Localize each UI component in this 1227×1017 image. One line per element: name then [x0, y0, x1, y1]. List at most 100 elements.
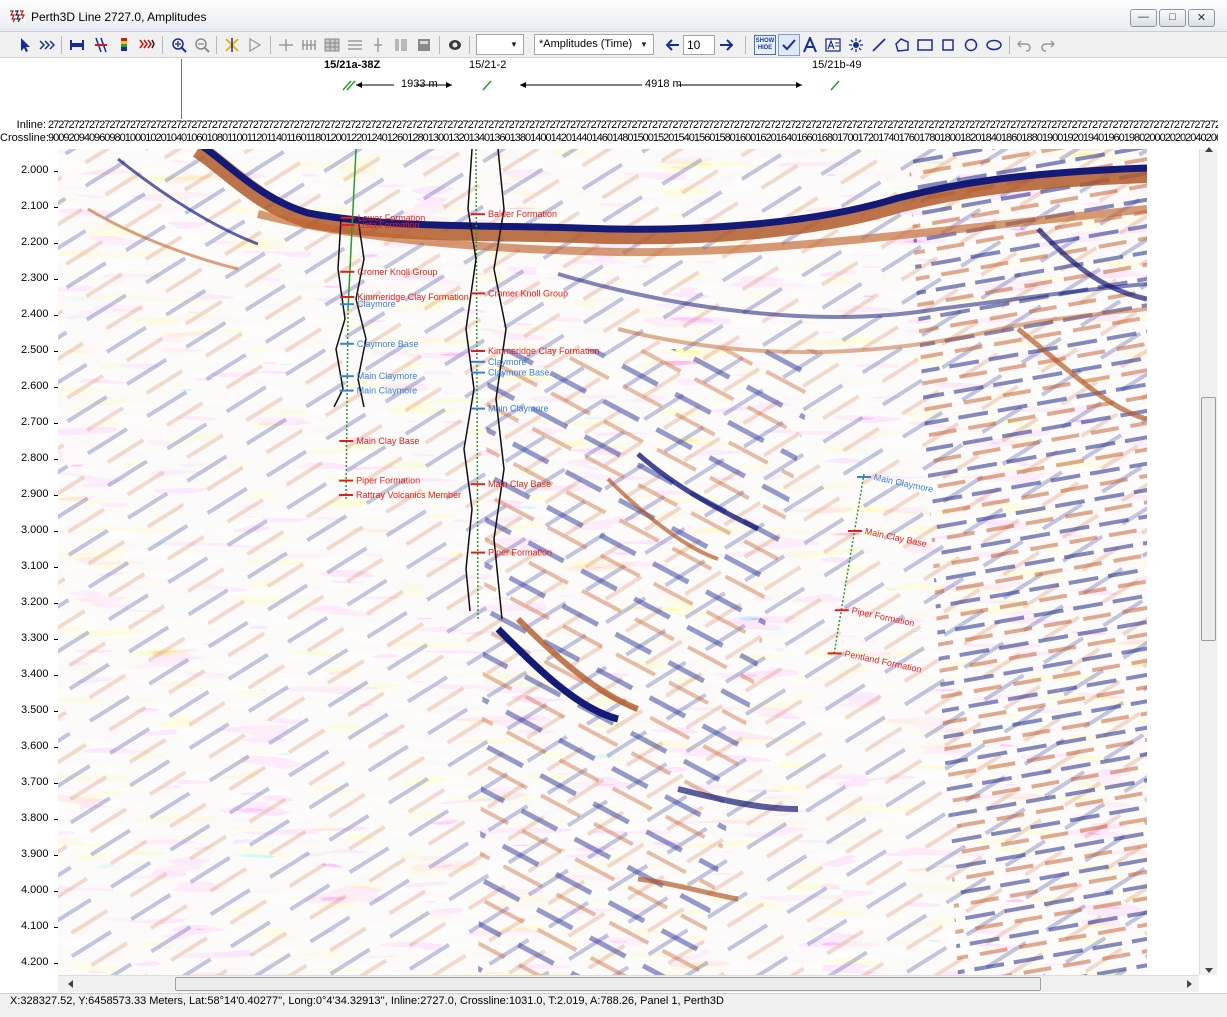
chevron-down-icon: ▼ — [640, 40, 648, 49]
text-icon — [803, 37, 817, 53]
status-text: X:328327.52, Y:6458573.33 Meters, Lat:58… — [10, 995, 724, 1007]
zoom-out-tool[interactable] — [192, 35, 212, 55]
well-top-label: Claymore Base — [357, 339, 419, 349]
table-tool[interactable] — [322, 35, 342, 55]
well-top-label: Rattray Volcanics Member — [356, 490, 461, 500]
circle-tool[interactable] — [961, 35, 981, 55]
horizon-pick-icon — [39, 40, 55, 50]
polygon-icon — [895, 38, 909, 52]
time-tick-label: 4.200 — [21, 956, 49, 968]
well-top-label: Piper Formation — [488, 548, 552, 558]
next-line-button[interactable] — [716, 35, 736, 55]
well-top-label: Main Claymore — [357, 371, 418, 381]
rectangle-tool[interactable] — [915, 35, 935, 55]
title-bar: Perth3D Line 2727.0, Amplitudes — □ ✕ — [0, 0, 1227, 32]
attribute-select[interactable]: *Amplitudes (Time) ▼ — [534, 34, 654, 55]
vertical-scroll-thumb[interactable] — [1201, 397, 1216, 641]
redo-button[interactable] — [1038, 35, 1058, 55]
well-top-label: Cromer Knoll Group — [488, 288, 568, 298]
well-top-label: Main Clay Base — [356, 436, 419, 446]
vertical-scrollbar[interactable] — [1199, 147, 1217, 975]
time-tick-label: 3.300 — [21, 632, 49, 644]
app-icon — [9, 9, 25, 23]
time-tick-label: 2.100 — [21, 200, 49, 212]
time-tick-label: 3.400 — [21, 668, 49, 680]
well-top-label: Piper Formation — [356, 476, 420, 486]
ellipse-icon — [986, 39, 1002, 51]
well-name-15-21-2[interactable]: 15/21-2 — [469, 59, 506, 71]
chevron-down-icon: ▼ — [510, 40, 518, 49]
toolbar-separator — [61, 36, 62, 54]
status-bar: X:328327.52, Y:6458573.33 Meters, Lat:58… — [0, 993, 1227, 1017]
square-tool[interactable] — [938, 35, 958, 55]
well-top-label: Main Clay Base — [488, 479, 551, 489]
line-step-value: 10 — [687, 38, 701, 52]
time-tick-label: 3.600 — [21, 740, 49, 752]
sun-tool[interactable] — [846, 35, 866, 55]
text-tool[interactable] — [800, 35, 820, 55]
horizon-pick-tool[interactable] — [37, 35, 57, 55]
camera-icon — [449, 40, 461, 50]
time-axis: 2.000 2.100 2.200 2.300 2.400 2.500 2.600 2.700… — [0, 149, 58, 975]
wiggle-tool[interactable] — [137, 35, 157, 55]
color-bar-icon — [121, 38, 127, 51]
fault-tool[interactable] — [276, 35, 296, 55]
well-top-label: Kimmeridge Clay Formation — [488, 346, 600, 356]
well-top-label: Cromer Knoll Group — [357, 267, 437, 277]
horizontal-scrollbar[interactable] — [58, 975, 1199, 992]
show-hide-button[interactable]: SHOW HIDE — [754, 35, 776, 55]
polygon-tool[interactable] — [892, 35, 912, 55]
grid-tool[interactable] — [299, 35, 319, 55]
minimize-button[interactable]: — — [1130, 9, 1157, 27]
empty-select[interactable]: ▼ — [476, 34, 524, 55]
crossline-values: 9009209409609801000102010401060108011001… — [48, 132, 1218, 144]
inline-label: Inline: — [16, 119, 46, 131]
flatten-tool[interactable] — [67, 35, 87, 55]
time-tick-label: 2.400 — [21, 308, 49, 320]
crossline-tool[interactable] — [222, 35, 242, 55]
camera-tool[interactable] — [445, 35, 465, 55]
undo-button[interactable] — [1014, 35, 1034, 55]
seismic-plot[interactable]: 2.000 2.100 2.200 2.300 2.400 2.500 2.600 2.700… — [0, 149, 1227, 975]
pointer-tool[interactable] — [15, 35, 35, 55]
zoom-in-icon — [172, 38, 187, 53]
seismic-section[interactable]: Lower FormationLista FormationCromer Kno… — [58, 149, 1147, 975]
maximize-icon: □ — [1169, 11, 1176, 23]
show-hide-label: SHOW HIDE — [755, 38, 775, 51]
wells-tool[interactable] — [91, 35, 111, 55]
window-title: Perth3D Line 2727.0, Amplitudes — [31, 10, 207, 24]
sun-icon — [849, 38, 863, 52]
well-name-15-21b-49[interactable]: 15/21b-49 — [812, 59, 862, 71]
line-tool[interactable] — [869, 35, 889, 55]
time-tick-label: 4.000 — [21, 884, 49, 896]
minimize-icon: — — [1138, 11, 1149, 23]
frame-tool[interactable] — [414, 35, 434, 55]
panels-tool[interactable] — [368, 35, 388, 55]
line-step-input[interactable]: 10 — [683, 35, 715, 55]
maximize-button[interactable]: □ — [1159, 9, 1186, 27]
well-top-label: Lista Formation — [358, 220, 420, 230]
close-button[interactable]: ✕ — [1188, 9, 1215, 27]
color-bar-tool[interactable] — [114, 35, 134, 55]
time-tick-label: 2.600 — [21, 380, 49, 392]
well-name-15-21a-38z[interactable]: 15/21a-38Z — [324, 59, 380, 71]
split-tool[interactable] — [345, 35, 365, 55]
ellipse-tool[interactable] — [984, 35, 1004, 55]
previous-line-button[interactable] — [663, 35, 683, 55]
flip-tool[interactable] — [245, 35, 265, 55]
select-annotation-button[interactable] — [778, 34, 800, 56]
arrow-left-icon — [665, 39, 679, 51]
time-tick-label: 2.700 — [21, 416, 49, 428]
annotation-tool[interactable] — [823, 35, 843, 55]
zoom-in-tool[interactable] — [169, 35, 189, 55]
time-tick-label: 3.700 — [21, 776, 49, 788]
well-top-label: Claymore — [357, 299, 396, 309]
layout-tool[interactable] — [391, 35, 411, 55]
well-top-label: Claymore Base — [488, 368, 550, 378]
distance-label-1: 1933 m — [401, 78, 438, 90]
well-header: 15/21a-38Z 15/21-2 15/21b-49 1933 m 4918… — [0, 59, 1227, 119]
toolbar: ▼ *Amplitudes (Time) ▼ 10 SHOW HIDE — [0, 32, 1227, 58]
well-top-label: Balder Formation — [488, 209, 557, 219]
horizontal-scroll-thumb[interactable] — [175, 977, 1041, 991]
time-tick-label: 3.100 — [21, 560, 49, 572]
